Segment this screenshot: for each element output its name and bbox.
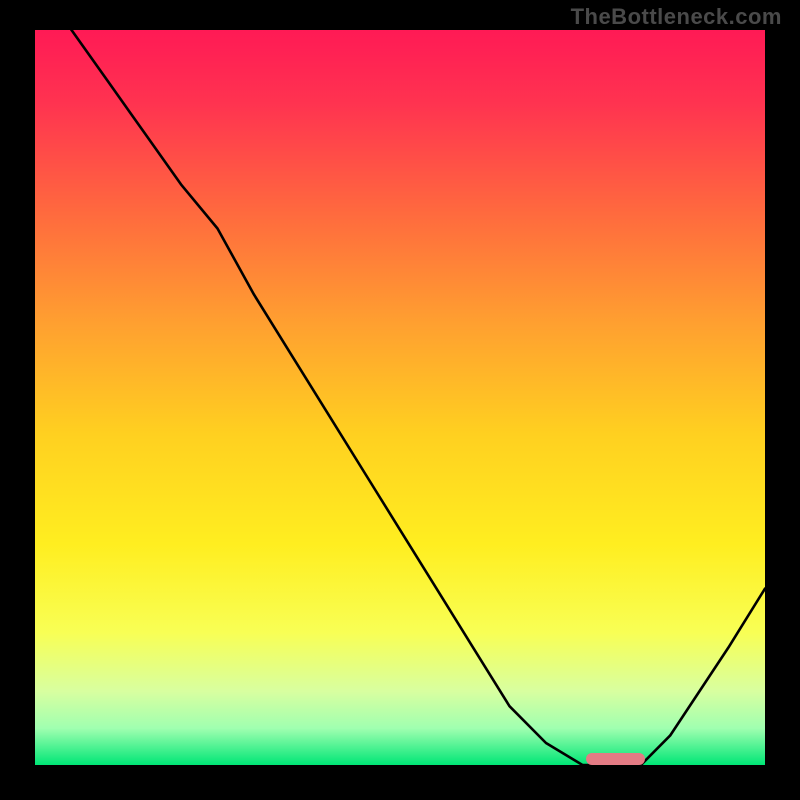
bottleneck-curve: [35, 30, 765, 765]
optimal-range-marker: [586, 753, 644, 765]
watermark-text: TheBottleneck.com: [571, 4, 782, 30]
plot-area: [35, 30, 765, 765]
chart-container: TheBottleneck.com: [0, 0, 800, 800]
